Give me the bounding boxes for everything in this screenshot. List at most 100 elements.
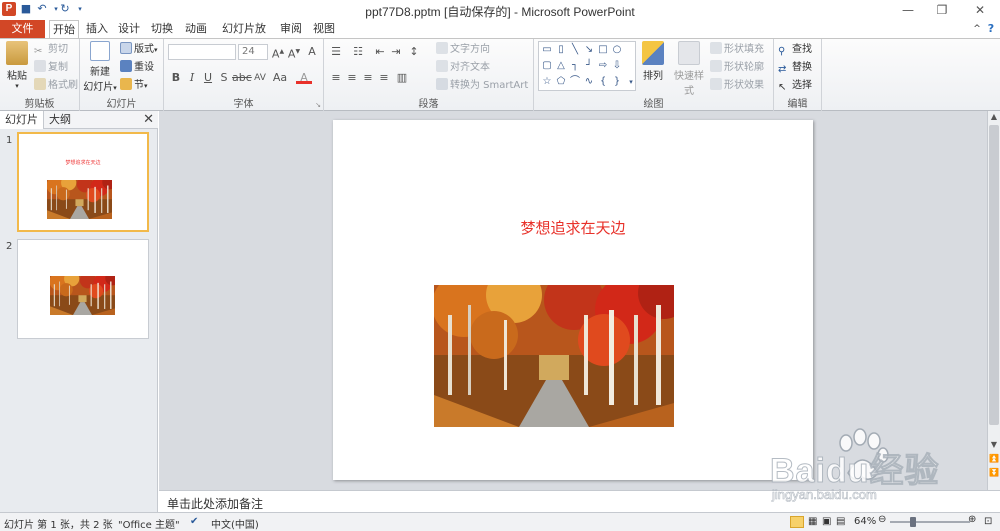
freeform-shape-icon[interactable]: ⌒ <box>569 76 581 88</box>
tab-transitions[interactable]: 切换 <box>149 20 175 38</box>
increase-indent-icon[interactable]: ⇥ <box>388 44 404 60</box>
text-direction-button[interactable]: 文字方向 <box>436 42 490 58</box>
line-spacing-icon[interactable]: ↕ <box>406 44 422 60</box>
left-brace-shape-icon[interactable]: { <box>597 76 609 88</box>
tab-view[interactable]: 视图 <box>311 20 337 38</box>
rounded-rect-shape-icon[interactable]: ▢ <box>541 60 553 72</box>
section-button[interactable]: 节▾ <box>120 78 148 94</box>
tab-slides[interactable]: 幻灯片 <box>0 111 44 129</box>
shape-outline-button[interactable]: 形状轮廓 <box>710 60 764 76</box>
shadow-icon[interactable]: S <box>216 70 232 86</box>
minimize-button[interactable]: — <box>893 0 923 20</box>
shapes-gallery[interactable]: ▭ ▯ ╲ ↘ □ ○ ▢ △ ┐ ┘ ⇨ ⇩ ☆ ⬠ ⌒ ∿ { } ▾ <box>538 41 636 91</box>
font-dialog-launcher-icon[interactable]: ↘ <box>315 101 321 109</box>
vertical-scrollbar[interactable]: ▲ ▼ ⏫ ⏬ <box>987 111 1000 490</box>
tab-file[interactable]: 文件 <box>0 20 45 38</box>
rectangle-shape-icon[interactable]: □ <box>597 44 609 56</box>
underline-icon[interactable]: U <box>200 70 216 86</box>
normal-view-icon[interactable] <box>790 516 804 528</box>
tab-review[interactable]: 审阅 <box>278 20 304 38</box>
font-name-field[interactable] <box>168 44 236 60</box>
copy-button[interactable]: 复制 <box>34 60 68 76</box>
star-shape-icon[interactable]: ☆ <box>541 76 553 88</box>
oval-shape-icon[interactable]: ○ <box>611 44 623 56</box>
tab-home[interactable]: 开始 <box>49 20 79 39</box>
spell-check-icon[interactable]: ✔ <box>190 516 198 527</box>
notes-placeholder[interactable]: 单击此处添加备注 <box>167 495 263 512</box>
select-button[interactable]: ↖ 选择 <box>778 78 812 94</box>
replace-button[interactable]: ⇄ 替换 <box>778 60 812 76</box>
justify-icon[interactable]: ≡ <box>376 70 392 86</box>
shrink-font-icon[interactable]: A▼ <box>286 44 302 61</box>
cut-button[interactable]: ✂ 剪切 <box>34 42 68 58</box>
paste-button[interactable]: 粘贴 ▾ <box>3 41 31 90</box>
align-left-icon[interactable]: ≡ <box>328 70 344 86</box>
strikethrough-icon[interactable]: abc <box>232 70 252 86</box>
elbow-connector-shape-icon[interactable]: ┐ <box>569 60 581 72</box>
vertical-textbox-shape-icon[interactable]: ▯ <box>555 44 567 56</box>
slide-thumbnail-2[interactable] <box>17 239 149 339</box>
smartart-button[interactable]: 转换为 SmartArt <box>436 78 528 94</box>
zoom-slider-knob[interactable] <box>910 517 916 527</box>
zoom-in-icon[interactable]: ⊕ <box>968 514 976 525</box>
columns-icon[interactable]: ▥ <box>394 70 410 86</box>
clear-formatting-icon[interactable]: A <box>304 44 320 60</box>
current-slide[interactable]: 梦想追求在天边 <box>333 120 813 480</box>
tab-insert[interactable]: 插入 <box>84 20 110 38</box>
tab-animations[interactable]: 动画 <box>183 20 209 38</box>
fit-slide-icon[interactable]: ⊡ <box>984 516 992 527</box>
close-pane-icon[interactable]: ✕ <box>143 112 154 127</box>
font-size-field[interactable]: 24 <box>238 44 268 60</box>
zoom-slider[interactable] <box>890 521 970 523</box>
font-color-icon[interactable]: A <box>296 70 312 84</box>
help-icon[interactable]: ? <box>984 20 998 38</box>
zoom-out-icon[interactable]: ⊖ <box>878 514 886 525</box>
right-brace-shape-icon[interactable]: } <box>611 76 623 88</box>
tab-outline[interactable]: 大纲 <box>44 111 76 129</box>
bullets-icon[interactable]: ☰ <box>328 44 344 60</box>
close-button[interactable]: ✕ <box>965 0 995 20</box>
triangle-shape-icon[interactable]: △ <box>555 60 567 72</box>
line-shape-icon[interactable]: ╲ <box>569 44 581 56</box>
decrease-indent-icon[interactable]: ⇤ <box>372 44 388 60</box>
align-center-icon[interactable]: ≡ <box>344 70 360 86</box>
previous-slide-icon[interactable]: ⏫ <box>988 453 1000 465</box>
scroll-down-icon[interactable]: ▼ <box>988 439 1000 451</box>
quick-styles-button[interactable]: 快速样式 <box>670 41 708 97</box>
align-right-icon[interactable]: ≡ <box>360 70 376 86</box>
italic-icon[interactable]: I <box>184 70 200 86</box>
grow-font-icon[interactable]: A▲ <box>270 44 286 61</box>
right-arrow-shape-icon[interactable]: ⇨ <box>597 60 609 72</box>
slide-sorter-icon[interactable]: ▦ <box>808 516 817 527</box>
tab-design[interactable]: 设计 <box>116 20 142 38</box>
shape-fill-button[interactable]: 形状填充 <box>710 42 764 58</box>
change-case-icon[interactable]: Aa <box>272 70 288 86</box>
notes-pane[interactable]: 单击此处添加备注 <box>159 490 1000 512</box>
next-slide-icon[interactable]: ⏬ <box>988 467 1000 479</box>
language-status[interactable]: 中文(中国) <box>211 516 259 531</box>
pentagon-shape-icon[interactable]: ⬠ <box>555 76 567 88</box>
new-slide-button[interactable]: 新建 幻灯片▾ <box>83 41 117 93</box>
shape-effects-button[interactable]: 形状效果 <box>710 78 764 94</box>
textbox-shape-icon[interactable]: ▭ <box>541 44 553 56</box>
scroll-thumb[interactable] <box>989 125 999 425</box>
slide-title[interactable]: 梦想追求在天边 <box>333 217 813 238</box>
elbow-arrow-shape-icon[interactable]: ┘ <box>583 60 595 72</box>
slideshow-view-icon[interactable]: ▤ <box>836 516 845 527</box>
maximize-button[interactable]: ❐ <box>927 0 957 20</box>
arrow-line-shape-icon[interactable]: ↘ <box>583 44 595 56</box>
slide-thumbnail-1[interactable]: 梦想追求在天边 <box>17 132 149 232</box>
arrange-button[interactable]: 排列 <box>638 41 668 82</box>
shapes-more-icon[interactable]: ▾ <box>625 76 637 88</box>
format-painter-button[interactable]: 格式刷 <box>34 78 78 94</box>
reset-button[interactable]: 重设 <box>120 60 154 76</box>
align-text-button[interactable]: 对齐文本 <box>436 60 490 76</box>
layout-button[interactable]: 版式▾ <box>120 42 158 58</box>
minimize-ribbon-icon[interactable]: ^ <box>970 20 984 38</box>
bold-icon[interactable]: B <box>168 70 184 86</box>
tab-slideshow[interactable]: 幻灯片放映 <box>218 20 270 53</box>
zoom-level[interactable]: 64% <box>854 516 876 527</box>
down-arrow-shape-icon[interactable]: ⇩ <box>611 60 623 72</box>
find-button[interactable]: ⚲ 查找 <box>778 42 812 58</box>
curve-shape-icon[interactable]: ∿ <box>583 76 595 88</box>
